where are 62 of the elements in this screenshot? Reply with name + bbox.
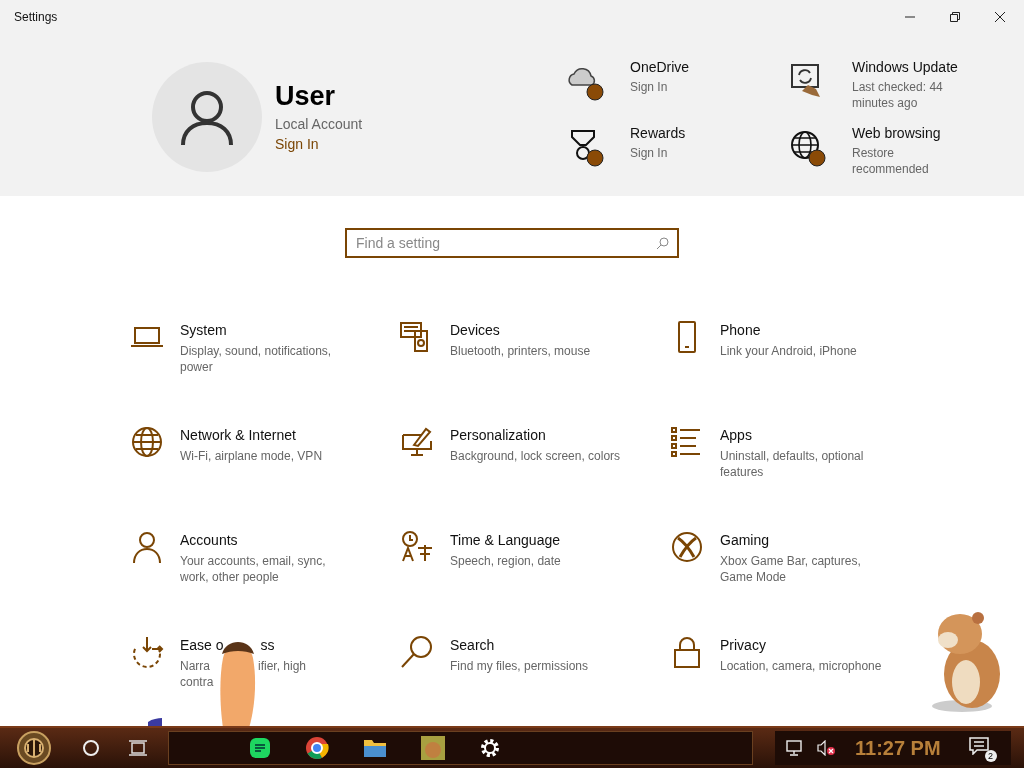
category-title[interactable]: System xyxy=(180,322,227,338)
category-title[interactable]: Personalization xyxy=(450,427,546,443)
account-type: Local Account xyxy=(275,116,363,132)
category-description: Display, sound, notifications, power xyxy=(180,343,333,375)
close-icon[interactable] xyxy=(994,11,1006,23)
notification-count: 2 xyxy=(984,750,997,762)
network-icon[interactable] xyxy=(785,740,803,756)
category-title[interactable]: Accounts xyxy=(180,532,238,548)
settings-icon[interactable] xyxy=(479,737,501,759)
category-description: Xbox Game Bar, captures, Game Mode xyxy=(720,553,862,585)
folder-icon[interactable] xyxy=(363,737,387,759)
service-title[interactable]: Web browsing xyxy=(852,125,962,141)
category-title[interactable]: Phone xyxy=(720,322,761,338)
service-status: Sign In xyxy=(630,145,669,161)
person-icon[interactable] xyxy=(130,530,164,564)
xbox-icon[interactable] xyxy=(670,530,704,564)
task-view-icon[interactable] xyxy=(128,739,148,757)
globe-icon[interactable] xyxy=(130,425,164,459)
category-title[interactable]: Devices xyxy=(450,322,500,338)
circle-icon[interactable] xyxy=(82,739,100,757)
service-status: Last checked: 44 minutes ago xyxy=(852,79,944,111)
browser-icon[interactable] xyxy=(305,736,329,760)
language-icon[interactable] xyxy=(400,530,434,564)
clock[interactable]: 11:27 PM xyxy=(855,736,941,760)
category-title[interactable]: Privacy xyxy=(720,637,766,653)
category-title[interactable]: Apps xyxy=(720,427,752,443)
category-description: Speech, region, date xyxy=(450,553,562,569)
category-description: Bluetooth, printers, mouse xyxy=(450,343,592,359)
category-title[interactable]: Ease o xyxy=(180,637,224,653)
chat-app-icon[interactable] xyxy=(249,737,271,759)
category-description: ifier, high xyxy=(258,659,307,673)
app-thumbnail-icon[interactable] xyxy=(421,736,445,760)
category-title[interactable]: Time & Language xyxy=(450,532,560,548)
category-title[interactable]: ss xyxy=(260,637,275,653)
service-status: Restore recommended xyxy=(852,145,930,177)
muted-speaker-icon[interactable] xyxy=(817,740,835,756)
search-icon[interactable] xyxy=(400,635,434,669)
service-title[interactable]: Windows Update xyxy=(852,59,962,75)
category-description: Uninstall, defaults, optional features xyxy=(720,448,865,480)
category-description: contra xyxy=(180,675,214,689)
window-title: Settings xyxy=(14,10,58,24)
category-title[interactable]: Network & Internet xyxy=(180,427,296,443)
search-icon xyxy=(656,237,669,250)
category-description: Your accounts, email, sync, work, other people xyxy=(180,553,327,585)
category-description: Find my files, permissions xyxy=(450,658,590,674)
service-title[interactable]: OneDrive xyxy=(630,59,740,75)
sign-in-link[interactable]: Sign In xyxy=(275,136,319,152)
maximize-icon[interactable] xyxy=(949,11,961,23)
category-description: Link your Android, iPhone xyxy=(720,343,858,359)
start-icon[interactable] xyxy=(14,730,54,766)
category-description: Wi-Fi, airplane mode, VPN xyxy=(180,448,324,464)
user-name: User xyxy=(275,81,337,112)
search-field[interactable]: Find a setting xyxy=(345,228,679,258)
category-title[interactable]: Gaming xyxy=(720,532,770,548)
category-title[interactable]: Search xyxy=(450,637,495,653)
category-description: Background, lock screen, colors xyxy=(450,448,622,464)
monitor-brush-icon[interactable] xyxy=(400,425,434,459)
category-description: Location, camera, microphone xyxy=(720,658,883,674)
service-status: Sign In xyxy=(630,79,669,95)
clock-arrow-icon[interactable] xyxy=(130,635,164,669)
category-description: Narra xyxy=(180,659,210,673)
service-title[interactable]: Rewards xyxy=(630,125,740,141)
